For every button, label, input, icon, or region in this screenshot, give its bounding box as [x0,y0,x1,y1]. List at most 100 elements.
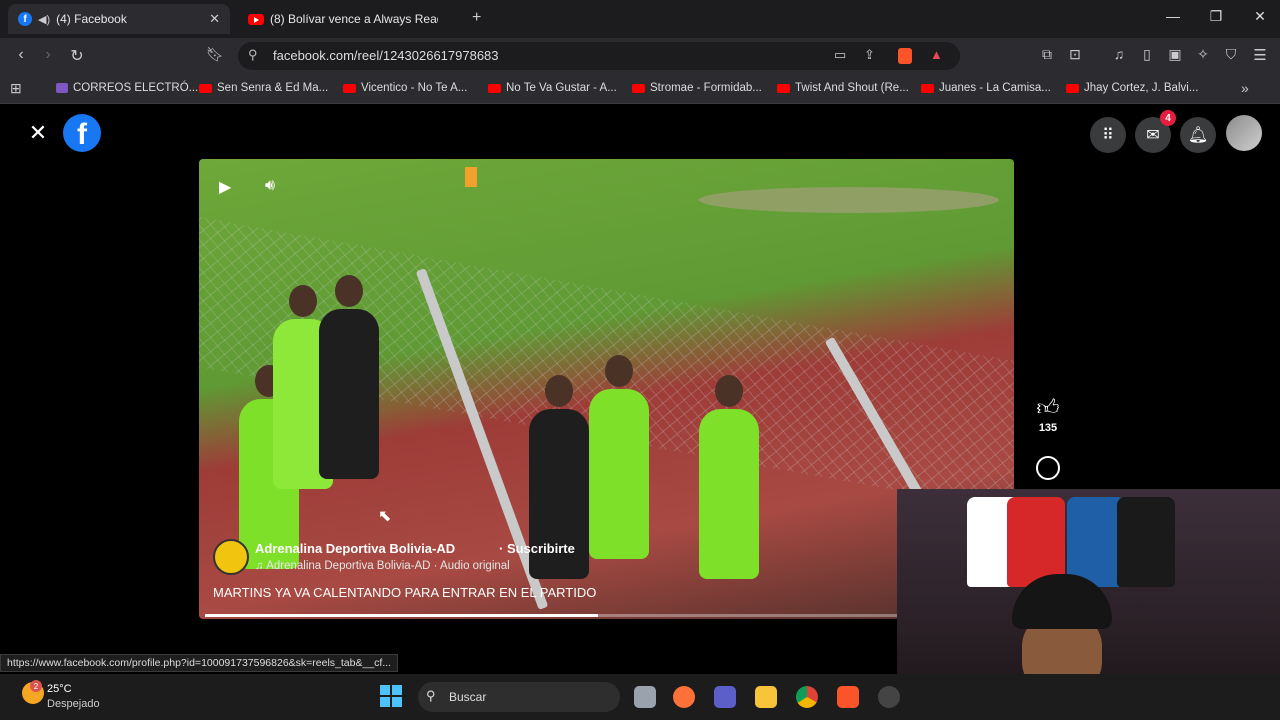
brave-icon[interactable] [837,686,859,708]
wallet-icon[interactable]: ▣ [1164,46,1186,63]
bookmark-item[interactable]: Vicentico - No Te A... [343,82,467,94]
task-view-icon[interactable] [634,686,656,708]
leo-ai-icon[interactable]: ✧ [1192,46,1214,63]
cast-icon[interactable]: ▭ [834,47,846,63]
bookmark-item[interactable]: Sen Senra & Ed Ma... [199,82,328,94]
player-figure [319,275,379,479]
avatar[interactable] [1226,115,1262,151]
more-bookmarks-icon[interactable]: » [1241,80,1249,96]
weather-badge: 2 [30,680,42,692]
tab-title: (8) Bolívar vence a Always Ready en l [270,12,438,26]
address-bar[interactable]: ⚲ facebook.com/reel/1243026617978683 ▭ ⇪… [238,42,960,70]
sidebar-icon[interactable]: ▯ [1136,46,1158,63]
bookmark-label: No Te Va Gustar - A... [506,82,617,94]
site-info-icon[interactable]: ⚲ [248,47,258,63]
tab-bar: f ◀) (4) Facebook ✕ (8) Bolívar vence a … [0,0,1280,38]
temperature: 25°C [47,683,72,695]
bookmark-item[interactable]: Twist And Shout (Re... [777,82,909,94]
speaker-icon[interactable]: ◀) [38,13,50,26]
bookmark-icon[interactable]: 🔖︎ [204,46,226,63]
like-count: 135 [1038,422,1058,434]
new-tab-button[interactable]: + [472,9,481,27]
brave-shields-icon[interactable] [898,48,912,64]
play-icon[interactable]: ▶ [219,177,231,197]
youtube-icon [921,83,934,93]
teams-icon[interactable] [714,686,736,708]
bookmarks-bar: ⊞ CORREOS ELECTRÓ... Sen Senra & Ed Ma..… [0,74,1280,104]
forward-icon[interactable]: › [37,46,59,64]
subscribe-link[interactable]: · Suscribirte [499,541,575,556]
tab-youtube[interactable]: (8) Bolívar vence a Always Ready en l [238,4,460,34]
video-progress-bar[interactable] [205,614,1008,617]
obs-icon[interactable] [878,686,900,708]
music-note-icon: ♫ [255,560,267,572]
youtube-icon [248,13,264,25]
bell-icon[interactable]: 🔔︎ [1180,117,1216,153]
extensions-icon[interactable]: ⧉ [1036,46,1058,63]
bookmark-item[interactable]: No Te Va Gustar - A... [488,82,617,94]
file-explorer-icon[interactable] [755,686,777,708]
windows-start-icon[interactable] [380,685,402,707]
youtube-icon [199,83,212,93]
reload-icon[interactable]: ↻ [66,46,88,66]
bookmark-item[interactable]: Juanes - La Camisa... [921,82,1051,94]
bookmark-label: CORREOS ELECTRÓ... [73,82,199,94]
taskbar: 2 25°C Despejado ⚲ Buscar [0,674,1280,720]
bookmark-label: Vicentico - No Te A... [361,82,468,94]
bookmark-item[interactable]: Jhay Cortez, J. Balvi... [1066,82,1198,94]
mouse-cursor-icon: ⬉ [378,508,392,525]
weather-condition: Despejado [47,698,100,710]
field-marking [699,187,999,213]
menu-grid-icon[interactable]: ⠿ [1090,117,1126,153]
player-figure [699,375,759,579]
bookmark-label: Jhay Cortez, J. Balvi... [1084,82,1199,94]
restore-icon[interactable]: ❐ [1204,8,1228,25]
menu-icon[interactable]: ☰ [1249,46,1271,64]
search-placeholder: Buscar [449,690,487,704]
channel-name[interactable]: Adrenalina Deportiva Bolivia-AD [255,541,455,556]
reel-caption: MARTINS YA VA CALENTANDO PARA ENTRAR EN … [213,585,597,600]
taskbar-search[interactable]: ⚲ Buscar [418,682,620,712]
music-icon[interactable]: ♫ [1108,46,1130,62]
navigation-bar: ‹ › ↻ 🔖︎ ⚲ facebook.com/reel/12430266179… [0,38,1280,74]
youtube-icon [632,83,645,93]
bookmark-label: Sen Senra & Ed Ma... [217,82,329,94]
chrome-icon[interactable] [796,686,818,708]
youtube-icon [1066,83,1079,93]
youtube-icon [488,83,501,93]
bookmark-label: Stromae - Formidab... [650,82,762,94]
share-icon[interactable]: ⇪ [864,47,875,63]
reel-video[interactable]: ▶ 🔊︎ Adrenalina Deportiva Bolivia-AD · S… [199,159,1014,619]
tab-facebook[interactable]: f ◀) (4) Facebook ✕ [8,4,230,34]
bookmark-item[interactable]: CORREOS ELECTRÓ... [56,82,198,94]
url-text: facebook.com/reel/1243026617978683 [273,48,499,63]
player-figure [589,355,649,559]
link-status-bar: https://www.facebook.com/profile.php?id=… [0,654,399,672]
corner-flag [465,167,477,187]
screenshot-icon[interactable]: ⊡ [1064,46,1086,63]
progress-fill [205,614,599,617]
like-icon[interactable]: 👍︎ [1034,394,1062,421]
audio-label: Adrenalina Deportiva Bolivia-AD · Audio … [266,560,510,572]
firefox-icon[interactable] [673,686,695,708]
volume-icon[interactable]: 🔊︎ [265,177,275,195]
bookmark-item[interactable]: Stromae - Formidab... [632,82,762,94]
channel-avatar[interactable] [213,539,249,575]
facebook-icon: f [18,12,32,26]
youtube-icon [777,83,790,93]
folder-icon [56,83,68,93]
close-icon[interactable]: ✕ [209,11,220,27]
vpn-icon[interactable]: ⛉ [1220,46,1242,63]
apps-grid-icon[interactable]: ⊞ [10,80,22,97]
comment-icon[interactable] [1036,456,1060,480]
notification-badge: 4 [1160,110,1176,126]
close-reel-icon[interactable]: ✕ [26,120,50,146]
minimize-icon[interactable]: — [1161,8,1185,24]
search-icon: ⚲ [426,688,436,703]
tab-title: (4) Facebook [56,12,127,26]
window-close-icon[interactable]: ✕ [1248,8,1272,25]
facebook-logo[interactable]: f [63,114,101,152]
back-icon[interactable]: ‹ [10,46,32,64]
audio-credit[interactable]: ♫ Adrenalina Deportiva Bolivia-AD · Audi… [255,560,510,572]
brave-rewards-icon[interactable]: ▲ [930,47,943,62]
